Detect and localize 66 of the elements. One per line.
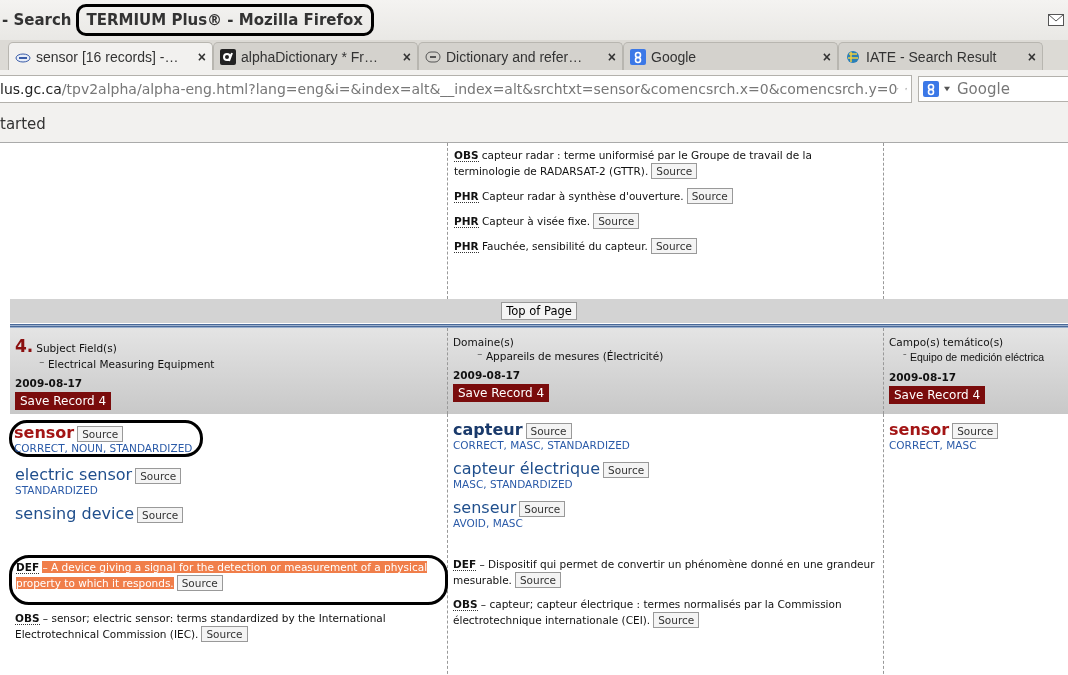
term-tags: CORRECT, NOUN, STANDARDIZED — [14, 442, 193, 454]
source-button[interactable]: Source — [176, 575, 223, 591]
note-text: PHR Fauchée, sensibilité du capteur. Source — [454, 238, 877, 254]
source-button[interactable]: Source — [650, 238, 697, 254]
term-tags: STANDARDIZED — [15, 484, 442, 496]
browser-tab[interactable]: sensor [16 records] -… × — [8, 42, 213, 70]
term: sensor — [14, 423, 75, 442]
globe-icon — [845, 48, 861, 65]
mail-icon[interactable] — [1048, 14, 1064, 26]
term: capteur — [453, 420, 523, 439]
field-label: Campo(s) temático(s) — [889, 336, 1004, 348]
source-button[interactable]: Source — [519, 501, 566, 517]
term: senseur — [453, 498, 517, 517]
bookmark-item[interactable]: tarted — [0, 115, 46, 133]
google-icon — [923, 81, 939, 97]
note-text: OBS – sensor; electric sensor: terms standardized by the International Electrotechnical Commission (IEC). Source — [15, 611, 387, 642]
note-text: DEF – A device giving a signal for the detection or measurement of a physical property to which it responds. Source — [16, 560, 429, 591]
note-text: DEF – Dispositif qui permet de convertir un phénomène donné en une grandeur mesurable. Source — [453, 557, 876, 588]
alpha-logo-icon — [220, 48, 236, 65]
window-title: TERMIUM Plus® - Mozilla Firefox — [75, 4, 374, 36]
term-tags: AVOID, MASC — [453, 517, 878, 529]
subject-field: ⁻ Equipo de medición eléctrica — [889, 350, 1063, 364]
term-tags: CORRECT, MASC, STANDARDIZED — [453, 439, 878, 451]
field-label: Domaine(s) — [453, 336, 514, 348]
record-date: 2009-08-17 — [889, 371, 958, 383]
record-number: 4. — [15, 336, 34, 356]
browser-tab[interactable]: IATE - Search Result × — [838, 42, 1043, 70]
browser-tab[interactable]: Dictionary and refer… × — [418, 42, 623, 70]
save-record-button[interactable]: Save Record 4 — [15, 392, 112, 410]
source-button[interactable]: Source — [514, 572, 562, 588]
note-text: PHR Capteur radar à synthèse d'ouverture. Source — [454, 188, 877, 204]
source-button[interactable]: Source — [603, 462, 650, 478]
note-text: OBS – capteur; capteur électrique : termes normalisés par la Commission électrotechnique internationale (CEI). Source — [453, 597, 843, 628]
note-text: PHR Capteur à visée fixe. Source — [454, 213, 877, 229]
window-title: - Search — [1, 11, 72, 29]
browser-tab[interactable]: Google × — [623, 42, 838, 70]
subject-field: ⁻ Electrical Measuring Equipment — [15, 358, 442, 370]
record-date: 2009-08-17 — [15, 377, 84, 389]
search-input[interactable]: Google — [955, 79, 1049, 99]
browser-tab[interactable]: alphaDictionary * Fr… × — [213, 42, 418, 70]
speech-bubble-icon — [425, 48, 441, 65]
term-tags: MASC, STANDARDIZED — [453, 478, 878, 490]
subject-field: ⁻ Appareils de mesures (Électricité) — [453, 350, 878, 362]
source-button[interactable]: Source — [686, 188, 733, 204]
google-icon — [630, 48, 646, 65]
save-record-button[interactable]: Save Record 4 — [889, 386, 986, 404]
term-tags: CORRECT, MASC — [889, 439, 1063, 451]
term: sensor — [889, 420, 950, 439]
term: capteur électrique — [453, 459, 601, 478]
record-date: 2009-08-17 — [453, 369, 522, 381]
source-button[interactable]: Source — [525, 423, 572, 439]
top-of-page-button[interactable]: Top of Page — [501, 302, 577, 320]
source-button[interactable]: Source — [653, 612, 700, 628]
term: electric sensor — [15, 465, 133, 484]
source-button[interactable]: Source — [952, 423, 999, 439]
source-button[interactable]: Source — [137, 507, 184, 523]
source-button[interactable]: Source — [201, 626, 248, 642]
note-text: OBS capteur radar : terme uniformisé par le Groupe de travail de la terminologie de RADARSAT-2 (GTTR). Source — [454, 148, 813, 179]
field-label: Subject Field(s) — [36, 342, 117, 354]
term: sensing device — [15, 504, 135, 523]
source-button[interactable]: Source — [77, 426, 124, 442]
search-field[interactable]: Google — [918, 76, 1068, 102]
source-button[interactable]: Source — [651, 163, 698, 179]
source-button[interactable]: Source — [593, 213, 640, 229]
source-button[interactable]: Source — [135, 468, 182, 484]
save-record-button[interactable]: Save Record 4 — [453, 384, 550, 402]
